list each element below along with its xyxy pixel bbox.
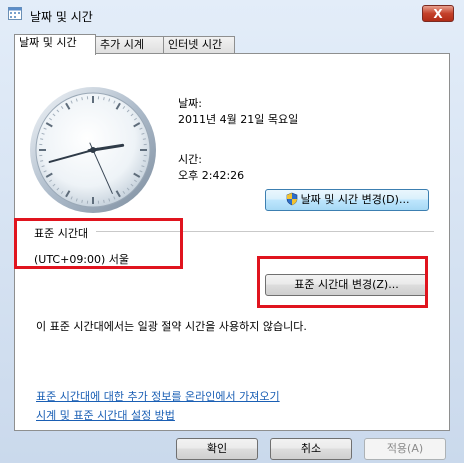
clock-minute-tick	[40, 160, 44, 162]
window-title: 날짜 및 시간	[30, 10, 93, 24]
clock-minute-tick	[103, 97, 105, 101]
clock-minute-tick	[103, 199, 105, 203]
highlight-box-change-timezone	[257, 256, 428, 308]
calendar-clock-icon	[8, 7, 22, 20]
tab-internet-time[interactable]: 인터넷 시간	[163, 36, 235, 54]
tab-label: 추가 시계	[100, 38, 144, 51]
tab-additional-clocks[interactable]: 추가 시계	[95, 36, 164, 54]
clock-minute-tick	[40, 138, 44, 140]
title-bar[interactable]: 날짜 및 시간 X	[0, 0, 464, 28]
date-time-dialog: 날짜 및 시간 X 날짜 및 시간 추가 시계 인터넷 시간 날짜: 2011년…	[0, 0, 464, 463]
clock-minute-tick	[142, 160, 146, 162]
timezone-help-link[interactable]: 시계 및 표준 시간대 설정 방법	[36, 407, 175, 423]
clock-minute-tick	[142, 138, 146, 140]
apply-label: 적용(A)	[386, 442, 424, 455]
change-date-time-button[interactable]: 날짜 및 시간 변경(D)...	[265, 189, 429, 211]
timezone-info-link[interactable]: 표준 시간대에 대한 추가 정보를 온라인에서 가져오기	[36, 388, 280, 404]
dst-notice: 이 표준 시간대에서는 일광 절약 시간을 사용하지 않습니다.	[36, 320, 307, 333]
time-label: 시간:	[178, 153, 202, 166]
cancel-label: 취소	[300, 442, 322, 455]
uac-shield-icon	[286, 192, 297, 206]
clock-center	[90, 147, 96, 153]
time-value: 오후 2:42:26	[178, 169, 245, 182]
tab-label: 인터넷 시간	[168, 38, 223, 51]
tab-date-time[interactable]: 날짜 및 시간	[14, 34, 96, 55]
clock-minute-tick	[81, 97, 83, 101]
close-icon: X	[433, 7, 443, 21]
close-button[interactable]: X	[422, 5, 454, 22]
tab-label: 날짜 및 시간	[19, 36, 77, 49]
analog-clock	[30, 87, 156, 213]
apply-button[interactable]: 적용(A)	[364, 438, 446, 460]
change-date-time-label: 날짜 및 시간 변경(D)...	[300, 193, 410, 206]
date-label: 날짜:	[178, 97, 202, 110]
date-value: 2011년 4월 21일 목요일	[178, 113, 299, 126]
ok-label: 확인	[206, 442, 228, 455]
clock-minute-tick	[81, 199, 83, 203]
highlight-box-timezone	[14, 218, 183, 269]
ok-button[interactable]: 확인	[176, 438, 258, 460]
cancel-button[interactable]: 취소	[270, 438, 352, 460]
